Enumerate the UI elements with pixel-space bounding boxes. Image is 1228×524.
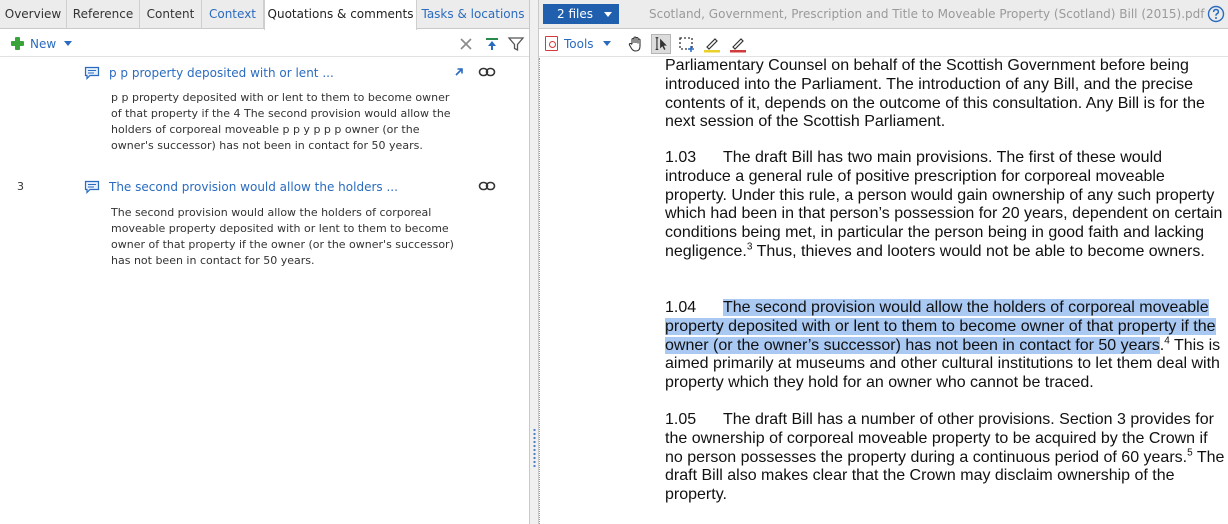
paragraph-number: 1.04 xyxy=(665,299,697,316)
highlighter-icon[interactable] xyxy=(702,34,722,54)
paragraph-number: 1.05 xyxy=(665,411,697,428)
paragraph-number: 1.03 xyxy=(665,149,697,166)
pane-splitter[interactable] xyxy=(529,0,539,524)
left-pane: Overview Reference Content Context Quota… xyxy=(0,0,529,524)
comment-icon xyxy=(84,180,100,194)
paragraph-text: Thus, thieves and looters would not be a… xyxy=(752,242,1205,260)
highlighter-red-icon[interactable] xyxy=(728,34,748,54)
entry-title[interactable]: p p property deposited with or lent ... xyxy=(109,66,334,80)
paragraph-text: The draft Bill has a number of other pro… xyxy=(665,411,1214,466)
right-pane: 2 files Scotland, Government, Prescripti… xyxy=(539,0,1228,524)
left-toolbar: New xyxy=(0,30,529,57)
paragraph-1-04: 1.04 The second provision would allow the… xyxy=(665,299,1227,393)
files-dropdown[interactable]: 2 files xyxy=(543,4,619,24)
tab-reference[interactable]: Reference xyxy=(67,0,140,29)
text-select-icon[interactable] xyxy=(651,34,671,54)
new-button-label: New xyxy=(30,36,57,51)
chevron-down-icon xyxy=(64,41,73,46)
paragraph-1-05: 1.05 The draft Bill has a number of other… xyxy=(665,411,1227,505)
tab-tasks-locations[interactable]: Tasks & locations xyxy=(417,0,529,29)
paragraph-intro: Parliamentary Counsel on behalf of the S… xyxy=(665,58,1227,132)
chevron-down-icon xyxy=(602,41,611,46)
document-header: 2 files Scotland, Government, Prescripti… xyxy=(539,0,1228,29)
document-title: Scotland, Government, Prescription and T… xyxy=(649,7,1205,21)
link-icon[interactable] xyxy=(478,66,496,78)
splitter-grip-icon[interactable] xyxy=(533,428,536,468)
close-icon[interactable] xyxy=(457,35,475,53)
tab-context[interactable]: Context xyxy=(202,0,264,29)
plus-icon xyxy=(10,36,25,51)
entry-number: 3 xyxy=(17,180,24,193)
entry-body: p p property deposited with or lent to t… xyxy=(111,91,451,152)
tab-content[interactable]: Content xyxy=(140,0,202,29)
left-tab-bar: Overview Reference Content Context Quota… xyxy=(0,0,529,30)
comment-icon xyxy=(84,66,100,80)
entry-title[interactable]: The second provision would allow the hol… xyxy=(109,180,398,194)
document-toolbar: Tools xyxy=(539,30,1228,57)
tab-overview[interactable]: Overview xyxy=(0,0,67,29)
help-icon[interactable] xyxy=(1207,5,1225,23)
filter-icon[interactable] xyxy=(507,35,525,53)
document-page[interactable]: Parliamentary Counsel on behalf of the S… xyxy=(539,58,1228,524)
sort-icon[interactable] xyxy=(483,35,501,53)
tools-button-label: Tools xyxy=(564,36,594,51)
chevron-down-icon xyxy=(604,12,612,17)
tools-button[interactable]: Tools xyxy=(545,34,611,53)
paragraph-text: Parliamentary Counsel on behalf of the S… xyxy=(665,58,1205,131)
pdf-icon xyxy=(545,36,558,51)
new-button[interactable]: New xyxy=(10,34,73,53)
tab-quotations-comments[interactable]: Quotations & comments xyxy=(264,0,417,30)
files-dropdown-label: 2 files xyxy=(557,7,593,21)
highlighted-quotation[interactable]: The second provision would allow the hol… xyxy=(665,299,1216,354)
link-icon[interactable] xyxy=(478,180,496,192)
open-arrow-icon[interactable] xyxy=(453,66,465,78)
paragraph-1-03: 1.03 The draft Bill has two main provisio… xyxy=(665,149,1227,262)
hand-tool-icon[interactable] xyxy=(626,34,646,54)
area-select-icon[interactable] xyxy=(677,34,697,54)
entry-body: The second provision would allow the hol… xyxy=(111,206,454,267)
